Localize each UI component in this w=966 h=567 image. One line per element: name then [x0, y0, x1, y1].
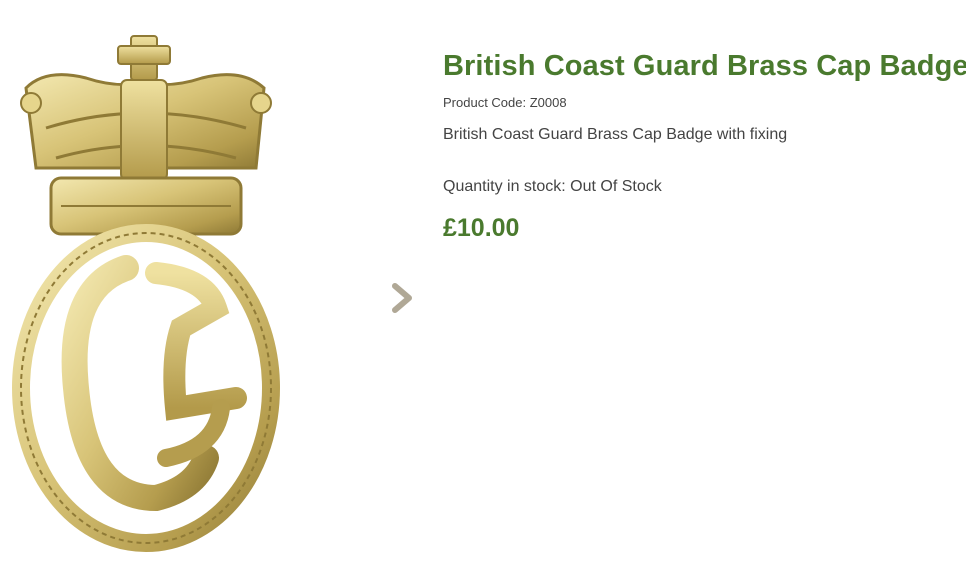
stock-status: Quantity in stock: Out Of Stock	[443, 176, 963, 198]
product-code: Product Code: Z0008	[443, 94, 963, 112]
chevron-right-icon[interactable]	[390, 283, 416, 313]
product-title: British Coast Guard Brass Cap Badge	[443, 50, 966, 82]
stock-label: Quantity in stock:	[443, 178, 566, 195]
product-code-label: Product Code:	[443, 95, 527, 110]
product-details: British Coast Guard Brass Cap Badge Prod…	[443, 48, 966, 244]
product-price: £10.00	[443, 214, 520, 242]
product-image	[12, 35, 280, 552]
product-description: British Coast Guard Brass Cap Badge with…	[443, 126, 788, 143]
product-code-value: Z0008	[529, 95, 567, 110]
product-gallery	[0, 0, 300, 567]
stock-value: Out Of Stock	[570, 178, 662, 195]
